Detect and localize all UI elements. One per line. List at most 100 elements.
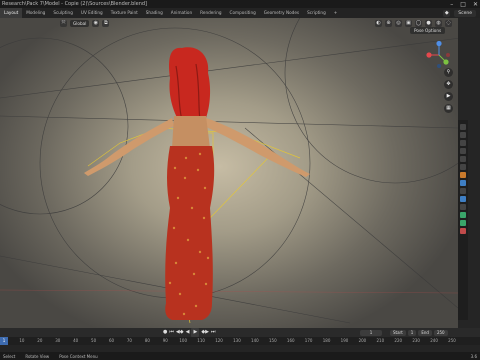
shading-rendered-icon[interactable]: ◌ [445, 19, 452, 27]
right-arm [204, 118, 310, 177]
next-keyframe-icon[interactable]: ◆▶ [201, 328, 209, 337]
pan-icon[interactable]: ✥ [444, 80, 453, 89]
snap-icon[interactable]: ⧉ [102, 19, 110, 27]
ruler-tick: 20 [37, 338, 43, 343]
guide-circle-left [0, 37, 129, 215]
timeline-body[interactable] [0, 345, 480, 352]
workspace-tab-sculpting[interactable]: Sculpting [49, 8, 77, 18]
object-tab-icon[interactable] [460, 172, 466, 178]
zoom-icon[interactable]: ⚲ [444, 68, 453, 77]
pose-options-button[interactable]: Pose Options [410, 27, 446, 34]
xray-icon[interactable]: ▣ [405, 19, 412, 27]
ruler-tick: 120 [215, 338, 223, 343]
workspace-tab-layout[interactable]: Layout [0, 8, 23, 18]
workspace-tab-geometry-nodes[interactable]: Geometry Nodes [260, 8, 303, 18]
end-label: End [418, 329, 432, 336]
data-tab-icon[interactable] [460, 212, 466, 218]
navigation-gizmo[interactable] [424, 40, 454, 70]
shading-material-icon[interactable]: ◍ [435, 19, 442, 27]
window-title: Research\Pack 7\Model - Copie (2)\Source… [0, 0, 480, 8]
physics-tab-icon[interactable] [460, 196, 466, 202]
pivot-icon[interactable]: ◉ [92, 19, 100, 27]
workspace-tabs: Layout Modeling Sculpting UV Editing Texture… [0, 8, 480, 18]
scene-name[interactable]: Scene [454, 9, 476, 17]
shading-wireframe-icon[interactable]: ◯ [415, 19, 422, 27]
ruler-tick: 200 [358, 338, 367, 343]
end-frame-field[interactable]: 250 [433, 329, 448, 336]
scene-selector: ◆ Scene [443, 8, 480, 18]
workspace-tab-scripting[interactable]: Scripting [303, 8, 330, 18]
status-bar: Select Rotate View Pose Context Menu 3.6 [0, 352, 480, 360]
dress [165, 146, 215, 320]
scene-icon[interactable]: ◆ [443, 9, 451, 17]
output-tab-icon[interactable] [460, 140, 466, 146]
frame-range: 1 Start 1 End 250 [360, 328, 448, 337]
constraints-tab-icon[interactable] [460, 204, 466, 210]
material-tab-icon[interactable] [460, 228, 466, 234]
ruler-tick: 40 [73, 338, 79, 343]
workspace-tab-animation[interactable]: Animation [167, 8, 196, 18]
ruler-tick: 220 [394, 338, 403, 343]
ruler-tick: 70 [126, 338, 132, 343]
perspective-icon[interactable]: ▦ [444, 104, 453, 113]
play-reverse-icon[interactable]: ◀ [186, 328, 190, 337]
transform-orientation-icon[interactable]: ⤧ [60, 19, 67, 27]
workspace-tab-uv-editing[interactable]: UV Editing [77, 8, 107, 18]
orientation-dropdown[interactable]: Global [70, 19, 90, 27]
overlay-icon[interactable]: ◎ [395, 19, 402, 27]
workspace-tab-texture-paint[interactable]: Texture Paint [107, 8, 142, 18]
guide-line [0, 115, 458, 129]
current-frame-marker[interactable]: 1 [0, 337, 8, 345]
current-frame-field[interactable]: 1 [360, 329, 382, 336]
particles-tab-icon[interactable] [460, 188, 466, 194]
jump-start-icon[interactable]: ⏮ [169, 328, 174, 337]
camera-view-icon[interactable]: ▶ [444, 92, 453, 101]
view-layer-tab-icon[interactable] [460, 148, 466, 154]
render-tab-icon[interactable] [460, 132, 466, 138]
jump-end-icon[interactable]: ⏭ [211, 328, 216, 337]
workspace-tab-modeling[interactable]: Modeling [22, 8, 49, 18]
ruler-tick: 110 [197, 338, 205, 343]
scene-tab-icon[interactable] [460, 156, 466, 162]
world-tab-icon[interactable] [460, 164, 466, 170]
left-arm [84, 118, 174, 176]
ruler-tick: 140 [251, 338, 259, 343]
playback-controls: ● ⏮ ◀◆ ◀ ▶ ◆▶ ⏭ [163, 328, 216, 337]
visibility-icon[interactable]: ◐ [375, 19, 382, 27]
ruler-tick: 190 [340, 338, 349, 343]
window-controls: – □ ✕ [450, 0, 478, 8]
guide-line [0, 37, 458, 99]
modifier-tab-icon[interactable] [460, 180, 466, 186]
ruler-tick: 30 [55, 338, 61, 343]
3d-viewport[interactable] [0, 18, 458, 328]
workspace-tab-compositing[interactable]: Compositing [226, 8, 260, 18]
workspace-tab--[interactable]: + [330, 8, 342, 18]
viewport-scene [0, 18, 458, 324]
ruler-tick: 100 [179, 338, 188, 343]
workspace-tab-rendering[interactable]: Rendering [196, 8, 225, 18]
workspace-tab-shading[interactable]: Shading [142, 8, 167, 18]
bone-line [209, 157, 269, 219]
ruler-tick: 60 [108, 338, 115, 343]
prev-keyframe-icon[interactable]: ◀◆ [176, 328, 184, 337]
tool-tab-icon[interactable] [460, 124, 466, 130]
ruler-tick: 130 [233, 338, 241, 343]
minimize-icon[interactable]: – [450, 1, 453, 8]
close-icon[interactable]: ✕ [473, 1, 478, 8]
version-label: 3.6 [470, 353, 477, 359]
bone-tab-icon[interactable] [460, 220, 466, 226]
record-icon[interactable]: ● [163, 328, 167, 337]
gizmo-neg-z-icon [437, 64, 441, 68]
torso [172, 116, 210, 148]
gizmo-z-icon [436, 40, 442, 47]
gizmo-toggle-icon[interactable]: ⊕ [385, 19, 392, 27]
ruler-tick: 230 [412, 338, 420, 343]
viewport-header: ⤧ Global ◉ ⧉ ◐ ⊕ ◎ ▣ ◯ ● ◍ ◌ [0, 18, 458, 28]
timeline-ruler[interactable]: 0102030405060708090100110120130140150160… [0, 337, 480, 345]
start-frame-field[interactable]: 1 [407, 329, 417, 336]
ruler-tick: 90 [162, 338, 168, 343]
play-icon[interactable]: ▶ [191, 328, 200, 337]
gizmo-neg-x-icon [446, 53, 450, 57]
shading-solid-icon[interactable]: ● [425, 19, 432, 27]
maximize-icon[interactable]: □ [460, 1, 466, 8]
